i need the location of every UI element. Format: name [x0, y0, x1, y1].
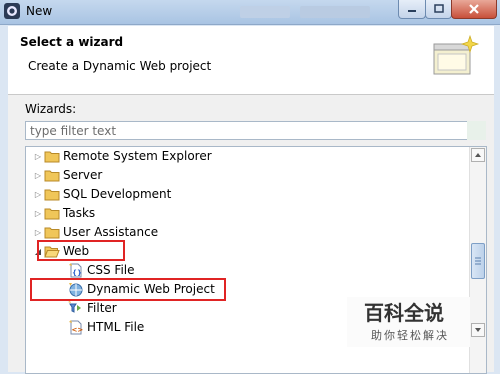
tree-item-label: CSS File	[87, 263, 135, 277]
filter-input[interactable]	[25, 121, 475, 140]
expand-arrow-icon[interactable]: ▷	[32, 223, 44, 241]
tree-item-user-assistance[interactable]: ▷ User Assistance	[32, 223, 158, 241]
expand-arrow-icon[interactable]: ▷	[32, 166, 44, 184]
watermark-subtitle: 助你轻松解决	[371, 329, 449, 342]
close-button[interactable]	[451, 0, 497, 19]
background-blur	[300, 6, 370, 18]
wizards-label: Wizards:	[25, 102, 77, 116]
scroll-up-button[interactable]	[471, 148, 485, 162]
css-file-icon: {}	[68, 262, 84, 278]
close-icon	[469, 4, 479, 14]
tree-item-label: Remote System Explorer	[63, 149, 212, 163]
background-blur	[240, 6, 290, 18]
highlight-web	[37, 240, 125, 261]
wizard-banner-icon	[433, 34, 480, 75]
tree-item-css-file[interactable]: {} CSS File	[68, 261, 135, 279]
folder-icon	[44, 186, 60, 202]
folder-icon	[44, 205, 60, 221]
tree-item-filter[interactable]: Filter	[68, 299, 117, 317]
window-title: New	[26, 4, 53, 18]
tree-item-html-file[interactable]: <> HTML File	[68, 318, 144, 336]
eclipse-icon	[4, 3, 20, 19]
vertical-scrollbar[interactable]	[469, 147, 486, 373]
tree-item-remote-system-explorer[interactable]: ▷ Remote System Explorer	[32, 147, 212, 165]
tree-item-label: HTML File	[87, 320, 145, 334]
folder-icon	[44, 167, 60, 183]
html-file-icon: <>	[68, 319, 84, 335]
expand-arrow-icon[interactable]: ▷	[32, 204, 44, 222]
filter-icon	[68, 300, 84, 316]
folder-icon	[44, 148, 60, 164]
tree-item-label: User Assistance	[63, 225, 159, 239]
svg-text:{}: {}	[72, 269, 82, 277]
watermark: 百科全说 助你轻松解决	[347, 297, 470, 347]
expand-arrow-icon[interactable]: ▷	[32, 147, 44, 165]
filter-clear-button[interactable]	[467, 121, 486, 140]
maximize-icon	[433, 4, 444, 13]
expand-arrow-icon[interactable]: ▷	[32, 185, 44, 203]
maximize-button[interactable]	[425, 0, 452, 19]
tree-item-tasks[interactable]: ▷ Tasks	[32, 204, 95, 222]
minimize-icon	[408, 10, 416, 12]
tree-item-label: SQL Development	[63, 187, 172, 201]
tree-item-sql-development[interactable]: ▷ SQL Development	[32, 185, 171, 203]
title-bar[interactable]: New	[0, 0, 500, 25]
scroll-down-button[interactable]	[471, 323, 485, 337]
tree-item-label: Filter	[87, 301, 117, 315]
tree-item-server[interactable]: ▷ Server	[32, 166, 102, 184]
page-description: Create a Dynamic Web project	[28, 59, 212, 73]
highlight-dynamic-web-project	[30, 278, 226, 301]
minimize-button[interactable]	[398, 0, 426, 19]
scrollbar-thumb[interactable]	[471, 243, 485, 279]
folder-icon	[44, 224, 60, 240]
tree-item-label: Server	[63, 168, 103, 182]
wizard-header: Select a wizard Create a Dynamic Web pro…	[8, 26, 494, 95]
page-title: Select a wizard	[20, 35, 124, 49]
tree-item-label: Tasks	[63, 206, 96, 220]
svg-text:<>: <>	[72, 326, 84, 334]
watermark-title: 百科全说	[364, 301, 444, 325]
